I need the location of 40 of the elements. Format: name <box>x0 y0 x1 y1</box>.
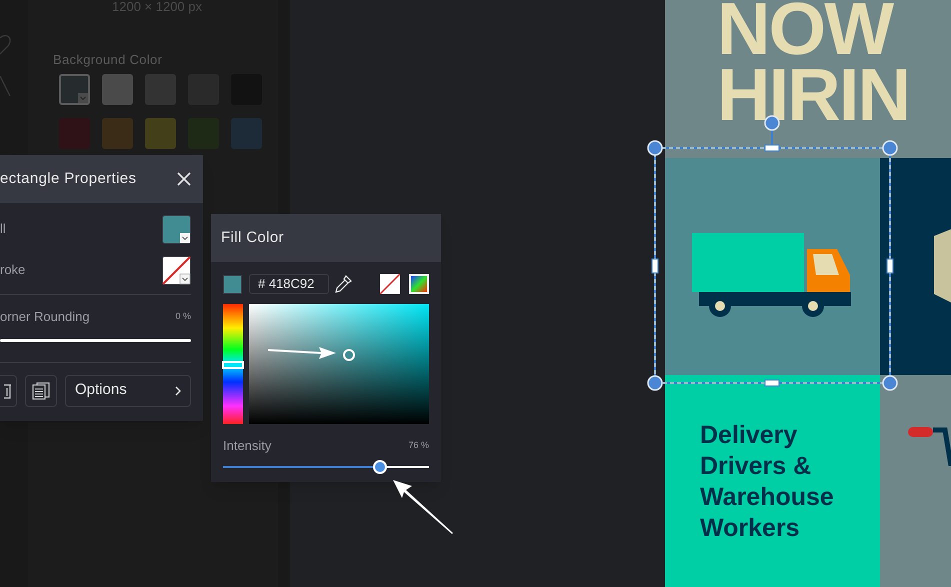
color-picker-handle[interactable] <box>343 349 355 361</box>
delete-button[interactable] <box>0 374 17 406</box>
dropdown-icon <box>78 93 88 103</box>
annotation-arrow <box>267 344 337 360</box>
color-swatch[interactable] <box>102 118 133 149</box>
options-button[interactable]: Options <box>65 374 191 406</box>
stroke-label: roke <box>0 261 26 280</box>
fill-label: ll <box>0 220 6 238</box>
chevron-right-icon <box>175 386 181 396</box>
stroke-swatch[interactable] <box>162 256 191 284</box>
close-icon[interactable] <box>177 172 191 186</box>
fill-swatch[interactable] <box>162 214 191 244</box>
panel-title: Fill Color <box>221 228 284 248</box>
corner-rounding-label: orner Rounding <box>0 308 90 326</box>
caption: Delivery Drivers & Warehouse Workers <box>700 420 834 544</box>
cart-handle-icon <box>908 426 951 466</box>
duplicate-button[interactable] <box>25 374 57 406</box>
color-swatch[interactable] <box>59 74 90 105</box>
truck-icon <box>692 233 852 320</box>
copy-icon <box>32 382 50 400</box>
color-swatch[interactable] <box>102 74 133 105</box>
slider-thumb[interactable] <box>372 460 387 474</box>
no-color-swatch[interactable] <box>380 274 400 294</box>
intensity-slider[interactable] <box>223 458 429 474</box>
saturation-value-picker[interactable] <box>249 304 429 424</box>
corner-rounding-slider[interactable] <box>0 338 191 342</box>
section-label: Background Color <box>53 51 162 69</box>
hex-input-field[interactable]: # 418C92 <box>249 274 329 294</box>
hue-slider-handle[interactable] <box>222 361 244 370</box>
color-wheel-icon[interactable] <box>409 274 429 294</box>
corner-rounding-value: 0 % <box>175 310 191 323</box>
eyedropper-icon[interactable] <box>335 275 352 293</box>
dropdown-icon <box>180 232 190 242</box>
headline: NOW HIRIN <box>717 0 910 128</box>
color-swatch[interactable] <box>145 118 176 149</box>
intensity-value: 76 % <box>408 439 429 452</box>
color-swatch[interactable] <box>231 118 262 149</box>
hue-slider[interactable] <box>223 304 243 424</box>
panel-title: ectangle Properties <box>0 168 136 189</box>
intensity-label: Intensity <box>223 437 272 455</box>
